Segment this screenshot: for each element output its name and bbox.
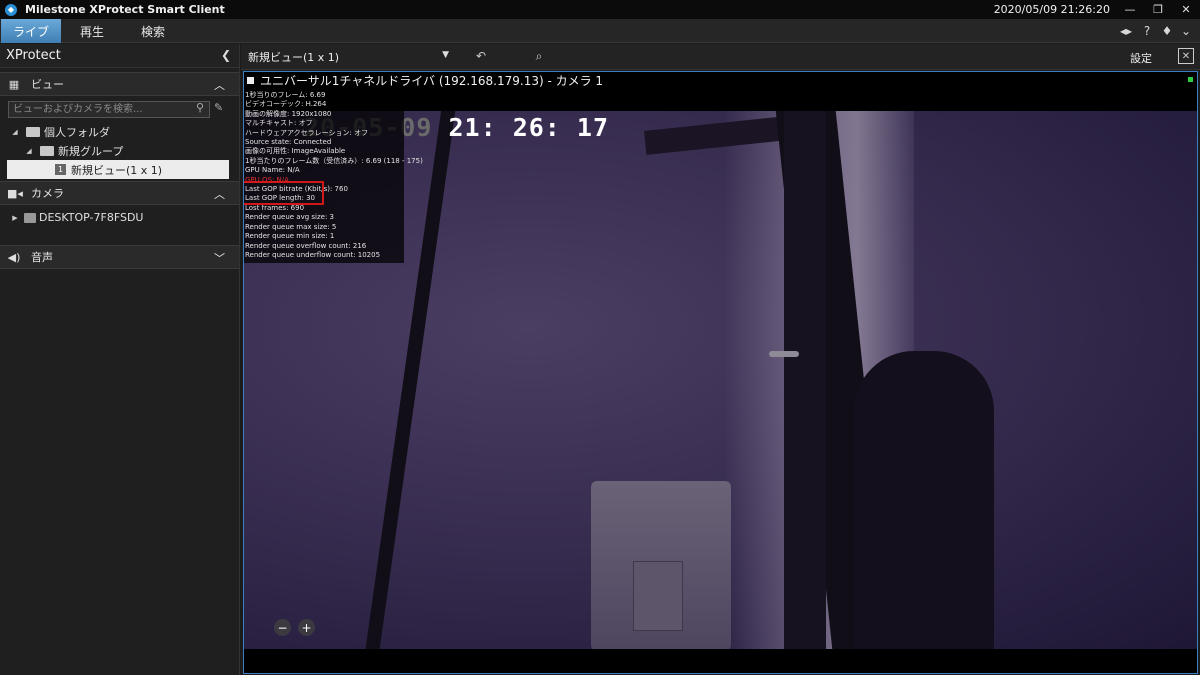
settings-button[interactable]: 設定 [1130, 50, 1152, 66]
search-icon[interactable]: ⚲ [196, 101, 204, 114]
tree-personal-folder-label: 個人フォルダ [44, 125, 110, 139]
stat-line: ハードウェアアクセラレーション: オフ [245, 128, 369, 137]
system-clock: 2020/05/09 21:26:20 [993, 3, 1110, 16]
section-views-label: ビュー [31, 78, 64, 91]
search-wrap: ⚲ ✎ [0, 96, 239, 122]
tree-group[interactable]: ◢ 新規グループ [0, 141, 239, 160]
stat-line: 画像の可用性: ImageAvailable [245, 147, 346, 156]
tree-personal-folder[interactable]: ◢ 個人フォルダ [0, 122, 239, 141]
connection-icon[interactable]: ◂▸ [1118, 23, 1134, 39]
tile-menu-icon[interactable] [247, 77, 254, 84]
app-logo-icon: ◆ [5, 3, 17, 16]
highlight-annotation-box [244, 181, 324, 205]
chevron-down-icon[interactable]: ﹀ [214, 250, 225, 266]
fullscreen-icon[interactable]: ✕ [1178, 48, 1194, 64]
filter-icon[interactable]: ✎ [214, 101, 223, 114]
folder-icon [26, 126, 40, 137]
tree-view-selected[interactable]: 1 新規ビュー(1 x 1) [7, 160, 229, 179]
stat-line: GPU Name: N/A [245, 166, 300, 175]
view-toolbar: 新規ビュー(1 x 1) ▼ ↶ ⌕ 設定 ✕ [241, 44, 1200, 70]
camera-title: ユニバーサル1チャネルドライバ (192.168.179.13) - カメラ 1 [260, 74, 604, 88]
video-cabinet-slot [633, 561, 683, 631]
restore-icon[interactable]: ❐ [1144, 0, 1172, 19]
view-selector-label: 新規ビュー(1 x 1) [248, 51, 340, 64]
folder-icon [40, 145, 54, 156]
camera-tile-footer [244, 649, 1197, 673]
title-bar: ◆ Milestone XProtect Smart Client 2020/0… [0, 0, 1200, 19]
computer-icon [24, 212, 36, 223]
chevron-up-icon[interactable]: ︿ [214, 77, 225, 93]
stat-line: 1秒当りのフレーム: 6.69 [245, 91, 326, 99]
tree-collapsed-icon[interactable]: ▶ [10, 214, 20, 222]
zoom-in-button[interactable]: + [298, 619, 315, 636]
sidebar-title: XProtect [6, 48, 61, 63]
chevron-down-icon[interactable]: ⌄ [1178, 23, 1194, 39]
zoom-out-button[interactable]: − [274, 619, 291, 636]
view-layout-icon: 1 [55, 164, 66, 175]
tab-playback[interactable]: 再生 [62, 19, 122, 43]
tab-live[interactable]: ライブ [1, 19, 61, 43]
dropdown-arrow-icon[interactable]: ▼ [442, 50, 449, 60]
tab-search[interactable]: 検索 [123, 19, 183, 43]
tree-camera-host-label: DESKTOP-7F8FSDU [39, 211, 144, 224]
stat-line: Render queue max size: 5 [245, 222, 337, 231]
camera-tile[interactable]: ユニバーサル1チャネルドライバ (192.168.179.13) - カメラ 1… [243, 71, 1198, 674]
stat-line: 動画の解像度: 1920x1080 [245, 109, 332, 118]
section-cameras-label: カメラ [31, 187, 64, 200]
video-door-handle [769, 351, 799, 357]
stat-line: Render queue avg size: 3 [245, 213, 335, 222]
stat-line: Render queue overflow count: 216 [245, 241, 367, 250]
stat-line: Lost frames: 690 [245, 203, 305, 212]
stat-line: Render queue underflow count: 10205 [245, 250, 381, 259]
video-doorframe-left [784, 111, 826, 649]
stat-line: Render queue min size: 1 [245, 232, 335, 241]
stats-overlay: 1秒当りのフレーム: 6.69 ビデオコーデック: H.264 動画の解像度: … [244, 89, 423, 263]
sidebar-header: XProtect ❮ [0, 44, 239, 68]
search-view-icon[interactable]: ⌕ [531, 48, 547, 64]
stat-line: ビデオコーデック: H.264 [245, 100, 327, 109]
tree-group-label: 新規グループ [58, 144, 124, 158]
help-icon[interactable]: ? [1139, 23, 1155, 39]
tree-camera-host[interactable]: ▶ DESKTOP-7F8FSDU [0, 208, 239, 227]
tree-expand-icon[interactable]: ◢ [10, 128, 20, 136]
stat-line: マルチキャスト: オフ [245, 119, 313, 128]
pin-icon[interactable]: ♦ [1159, 23, 1175, 39]
camera-icon: ■◂ [7, 186, 23, 200]
main-area: 新規ビュー(1 x 1) ▼ ↶ ⌕ 設定 ✕ ユニバーサル1チャネルドライバ … [241, 44, 1200, 675]
section-views[interactable]: ▦ ビュー ︿ [0, 72, 239, 96]
stat-line: 1秒当たりのフレーム数（受信済み）: 6.69 (118 - 175) [245, 156, 423, 165]
speaker-icon: ◀) [7, 250, 21, 264]
video-cabinet [591, 481, 731, 649]
sidebar: XProtect ❮ ▦ ビュー ︿ ⚲ ✎ ◢ 個人フォルダ ◢ 新規グループ… [0, 44, 240, 675]
grid-icon: ▦ [8, 77, 20, 91]
live-indicator [1188, 77, 1193, 82]
section-audio[interactable]: ◀) 音声 ﹀ [0, 245, 239, 269]
undo-icon[interactable]: ↶ [473, 48, 489, 64]
video-timestamp-time: 21: 26: 17 [448, 113, 609, 142]
section-audio-label: 音声 [31, 251, 53, 264]
video-dark-object [854, 351, 994, 649]
app-title: Milestone XProtect Smart Client [25, 3, 225, 16]
minimize-icon[interactable]: — [1116, 0, 1144, 19]
mode-tab-bar: ライブ 再生 検索 ◂▸ ? ♦ ⌄ [0, 19, 1200, 43]
view-selector[interactable]: 新規ビュー(1 x 1) ▼ [245, 48, 451, 66]
chevron-up-icon[interactable]: ︿ [214, 186, 225, 202]
collapse-sidebar-icon[interactable]: ❮ [221, 48, 231, 62]
tree-view-label: 新規ビュー(1 x 1) [71, 163, 163, 177]
camera-tile-header: ユニバーサル1チャネルドライバ (192.168.179.13) - カメラ 1 [244, 72, 1197, 89]
tree-expand-icon[interactable]: ◢ [24, 147, 34, 155]
search-input[interactable] [8, 100, 210, 118]
section-cameras[interactable]: ■◂ カメラ ︿ [0, 181, 239, 205]
close-icon[interactable]: ✕ [1172, 0, 1200, 19]
